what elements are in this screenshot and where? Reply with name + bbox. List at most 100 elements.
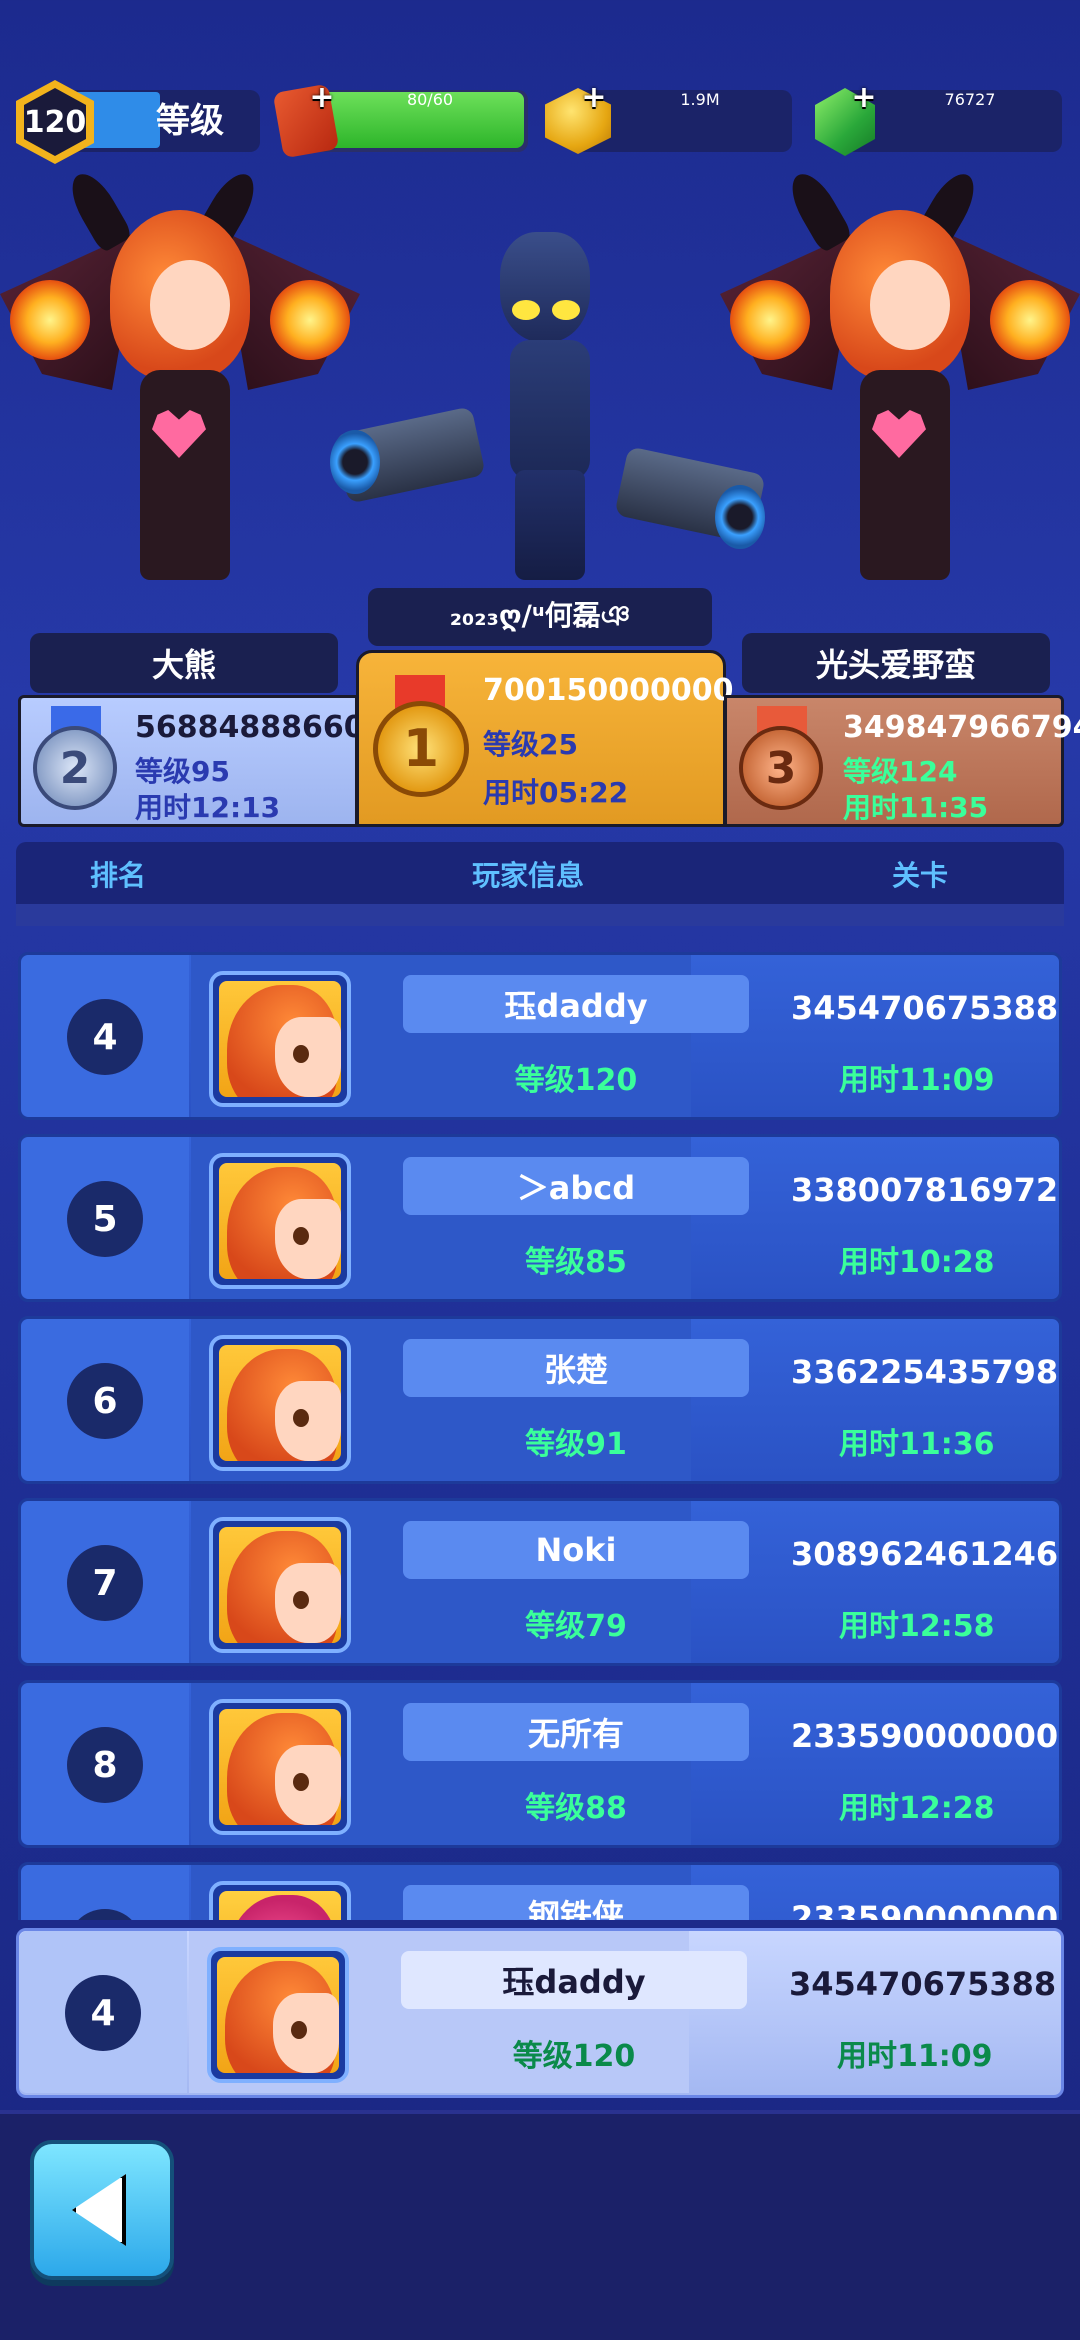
bunny-ear-left xyxy=(782,166,854,254)
second-place-score: 568848886604 xyxy=(135,710,386,745)
hero-body xyxy=(860,370,950,580)
silver-medal-icon: 2 xyxy=(33,726,117,810)
player-score: 345470675388 xyxy=(791,989,1059,1027)
table-row[interactable]: 7 Noki 等级79 308962461246 用时12:58 xyxy=(18,1498,1062,1666)
player-name: 珏daddy xyxy=(401,1951,747,2009)
avatar[interactable] xyxy=(209,1517,351,1653)
rank-number: 8 xyxy=(67,1727,143,1803)
bronze-medal-icon: 3 xyxy=(739,726,823,810)
avatar[interactable] xyxy=(209,1699,351,1835)
avatar[interactable] xyxy=(209,1153,351,1289)
player-level: 等级88 xyxy=(525,1791,627,1826)
player-name: Noki xyxy=(403,1521,749,1579)
player-name: ＞abcd xyxy=(403,1157,749,1215)
second-place-level: 等级95 xyxy=(135,755,230,788)
player-time: 用时11:36 xyxy=(839,1427,995,1462)
gold-medal-icon: 1 xyxy=(373,701,469,797)
gem-value: 76727 xyxy=(944,90,996,109)
second-place-character xyxy=(0,160,360,620)
player-score: 308962461246 xyxy=(791,1535,1059,1573)
first-place-time: 用时05:22 xyxy=(483,776,629,809)
energy-value: 80/60 xyxy=(406,90,454,109)
cat-eye-left xyxy=(512,300,540,320)
blaster-barrel-right xyxy=(715,485,765,549)
rank-number: 5 xyxy=(67,1181,143,1257)
cat-body xyxy=(510,340,590,480)
second-place-podium: 2 568848886604 等级95 用时12:13 xyxy=(18,695,386,827)
avatar[interactable] xyxy=(207,1947,349,2083)
rank-number: 7 xyxy=(67,1545,143,1621)
player-level: 等级120 xyxy=(514,1063,638,1098)
second-place-time: 用时12:13 xyxy=(135,791,281,824)
table-row[interactable]: 6 张楚 等级91 336225435798 用时11:36 xyxy=(18,1316,1062,1484)
header-divider xyxy=(16,904,1064,926)
player-name: 珏daddy xyxy=(403,975,749,1033)
gold-plus-icon[interactable]: + xyxy=(580,83,608,113)
player-time: 用时10:28 xyxy=(839,1245,995,1280)
player-score: 336225435798 xyxy=(791,1353,1059,1391)
table-row[interactable]: 5 ＞abcd 等级85 338007816972 用时10:28 xyxy=(18,1134,1062,1302)
avatar[interactable] xyxy=(209,1881,351,1920)
player-time: 用时11:09 xyxy=(837,2039,993,2074)
cat-eye-right xyxy=(552,300,580,320)
player-level: 等级85 xyxy=(525,1245,627,1280)
player-level: 等级91 xyxy=(525,1427,627,1462)
gold-value: 1.9M xyxy=(680,90,720,109)
rank-number: 6 xyxy=(67,1363,143,1439)
avatar[interactable] xyxy=(209,971,351,1107)
bunny-ear-left xyxy=(62,166,134,254)
rank-number: 4 xyxy=(67,999,143,1075)
fireball-icon xyxy=(270,280,350,360)
player-time: 用时11:09 xyxy=(839,1063,995,1098)
fireball-icon xyxy=(730,280,810,360)
cat-head xyxy=(500,232,590,342)
first-place-podium: 1 700150000000 等级25 用时05:22 xyxy=(356,650,734,827)
second-place-name: 大熊 xyxy=(30,633,338,693)
back-button[interactable] xyxy=(30,2140,174,2280)
blaster-barrel-left xyxy=(330,430,380,494)
cat-legs xyxy=(515,470,585,580)
third-place-character xyxy=(720,160,1080,620)
resource-bar: 等级 120 + 80/60 + 1.9M + 76727 xyxy=(0,0,1080,170)
player-score: 233590000000 xyxy=(791,1899,1059,1920)
third-place-podium: 3 349847966794 等级124 用时11:35 xyxy=(724,695,1080,827)
back-arrow-icon xyxy=(72,2174,126,2246)
leaderboard-header: 排名 玩家信息 关卡 xyxy=(16,842,1064,904)
player-name: 无所有 xyxy=(403,1703,749,1761)
table-row[interactable]: 4 珏daddy 等级120 345470675388 用时11:09 xyxy=(18,952,1062,1120)
player-time: 用时12:58 xyxy=(839,1609,995,1644)
player-score: 338007816972 xyxy=(791,1171,1059,1209)
player-name: 张楚 xyxy=(403,1339,749,1397)
table-row[interactable]: 8 无所有 等级88 233590000000 用时12:28 xyxy=(18,1680,1062,1848)
leaderboard-list[interactable]: 4 珏daddy 等级120 345470675388 用时11:09 5 ＞a… xyxy=(0,940,1080,1920)
first-place-score: 700150000000 xyxy=(483,673,734,708)
third-place-level: 等级124 xyxy=(843,755,958,788)
player-score: 345470675388 xyxy=(789,1965,1057,2003)
third-place-name: 光头爱野蛮 xyxy=(742,633,1050,693)
level-label: 等级 xyxy=(156,101,224,141)
hero-face xyxy=(870,260,950,350)
table-row[interactable]: 9 钢铁侠 233590000000 xyxy=(18,1862,1062,1920)
hero-face xyxy=(150,260,230,350)
level-value: 120 xyxy=(24,88,86,156)
player-score: 233590000000 xyxy=(791,1717,1059,1755)
gem-plus-icon[interactable]: + xyxy=(850,83,878,113)
first-place-crest: ₂₀₂₃ღ∕ᵘ何磊ঞ xyxy=(368,588,712,646)
third-place-time: 用时11:35 xyxy=(843,791,989,824)
player-time: 用时12:28 xyxy=(839,1791,995,1826)
first-place-level: 等级25 xyxy=(483,728,578,761)
header-rank: 排名 xyxy=(90,859,147,892)
header-player-info: 玩家信息 xyxy=(472,859,585,892)
rank-number: 4 xyxy=(65,1975,141,2051)
avatar[interactable] xyxy=(209,1335,351,1471)
energy-plus-icon[interactable]: + xyxy=(308,83,336,113)
fireball-icon xyxy=(10,280,90,360)
my-rank-row[interactable]: 4 珏daddy 等级120 345470675388 用时11:09 xyxy=(16,1928,1064,2098)
third-place-score: 349847966794 xyxy=(843,710,1080,745)
header-stage: 关卡 xyxy=(892,859,949,892)
player-name: 钢铁侠 xyxy=(403,1885,749,1920)
hero-body xyxy=(140,370,230,580)
fireball-icon xyxy=(990,280,1070,360)
player-level: 等级120 xyxy=(512,2039,636,2074)
player-level: 等级79 xyxy=(525,1609,627,1644)
